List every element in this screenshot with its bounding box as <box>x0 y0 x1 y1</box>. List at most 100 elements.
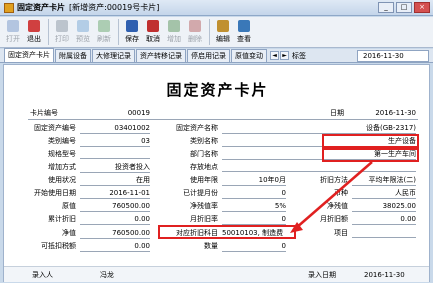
original-value[interactable]: 760500.00 <box>80 202 150 212</box>
refresh-button[interactable]: 刷新 <box>94 17 114 47</box>
location-label: 存放地点 <box>190 163 218 171</box>
window-subtitle: [新增资产:00019号卡片] <box>69 3 160 12</box>
months-value[interactable]: 0 <box>222 189 286 199</box>
add-method-value[interactable]: 投资者投入 <box>80 163 150 173</box>
net-value[interactable]: 760500.00 <box>80 229 150 239</box>
signature-label: 标签 <box>292 51 306 60</box>
asset-no-label: 固定资产编号 <box>34 124 76 132</box>
category-no-value[interactable]: 03 <box>80 137 150 147</box>
monthly-rate-label: 月折旧率 <box>190 215 218 223</box>
entry-date-value: 2016-11-30 <box>364 271 405 279</box>
save-label: 保存 <box>125 35 139 43</box>
toolbar-separator <box>209 19 210 45</box>
monthly-amount-value[interactable]: 0.00 <box>352 215 416 225</box>
app-icon <box>4 2 14 13</box>
toolbar-separator <box>118 19 119 45</box>
view-label: 查看 <box>237 35 251 43</box>
card-no-label: 卡片编号 <box>30 109 58 117</box>
salvage-label: 净残值 <box>327 202 348 210</box>
deductible-tax-value[interactable]: 0.00 <box>80 242 150 252</box>
close-button[interactable]: × <box>414 2 430 13</box>
tab-asset-card[interactable]: 固定资产卡片 <box>4 48 54 62</box>
open-button[interactable]: 打开 <box>3 17 23 47</box>
quantity-value[interactable]: 0 <box>222 242 286 252</box>
print-button[interactable]: 打印 <box>52 17 72 47</box>
card-no-value[interactable]: 00019 <box>92 109 150 118</box>
category-name-label: 类别名称 <box>190 137 218 145</box>
save-icon <box>126 20 138 32</box>
depr-method-value[interactable]: 平均年限法(二) <box>352 176 416 186</box>
tab-next-button[interactable]: ► <box>280 51 289 60</box>
view-button[interactable]: 查看 <box>234 17 254 47</box>
date-value[interactable]: 2016-11-30 <box>360 109 416 118</box>
tab-transfer-record[interactable]: 资产转移记录 <box>136 49 186 62</box>
tab-overhaul-record[interactable]: 大修理记录 <box>92 49 135 62</box>
card-title: 固定资产卡片 <box>166 81 269 99</box>
monthly-amount-label: 月折旧额 <box>320 215 348 223</box>
view-icon <box>238 20 250 32</box>
salvage-rate-label: 净残值率 <box>190 202 218 210</box>
cancel-label: 取消 <box>146 35 160 43</box>
asset-name-value[interactable]: 设备(GB-2317) <box>222 124 416 134</box>
currency-label: 币种 <box>334 189 348 197</box>
months-label: 已计提月份 <box>183 189 218 197</box>
refresh-label: 刷新 <box>97 35 111 43</box>
add-button[interactable]: 增加 <box>164 17 184 47</box>
edit-button[interactable]: 编辑 <box>213 17 233 47</box>
exit-button[interactable]: 退出 <box>24 17 44 47</box>
tab-attached-equipment[interactable]: 附属设备 <box>55 49 91 62</box>
monthly-rate-value[interactable]: 0 <box>222 215 286 225</box>
highlight-depr-account <box>158 225 296 239</box>
save-button[interactable]: 保存 <box>122 17 142 47</box>
maximize-button[interactable]: □ <box>396 2 412 13</box>
add-label: 增加 <box>167 35 181 43</box>
preview-label: 预览 <box>76 35 90 43</box>
deductible-tax-label: 可抵扣税额 <box>41 242 76 250</box>
refresh-icon <box>98 20 110 32</box>
tab-value-change[interactable]: 原值变动 <box>231 49 267 62</box>
minimize-button[interactable]: _ <box>378 2 394 13</box>
asset-name-label: 固定资产名称 <box>176 124 218 132</box>
spec-label: 规格型号 <box>48 150 76 158</box>
toolbar: 打开 退出 打印 预览 刷新 保存 取消 增加 删除 编辑 查看 <box>0 17 433 48</box>
delete-label: 删除 <box>188 35 202 43</box>
status-value[interactable]: 在用 <box>80 176 150 186</box>
net-value-label: 净值 <box>62 229 76 237</box>
category-no-label: 类别编号 <box>48 137 76 145</box>
salvage-rate-value[interactable]: 5% <box>222 202 286 212</box>
top-date-field[interactable]: 2016-11-30 <box>357 50 429 62</box>
start-date-value[interactable]: 2016-11-01 <box>80 189 150 199</box>
folder-icon <box>7 20 19 32</box>
project-label: 项目 <box>334 229 348 237</box>
delete-icon <box>189 20 201 32</box>
life-value[interactable]: 10年0月 <box>222 176 286 186</box>
spec-value[interactable] <box>80 150 150 159</box>
start-date-label: 开始使用日期 <box>34 189 76 197</box>
depr-method-label: 折旧方法 <box>320 176 348 184</box>
date-label: 日期 <box>330 109 344 117</box>
preview-icon <box>77 20 89 32</box>
asset-no-value[interactable]: 03401002 <box>80 124 150 134</box>
tab-start-stop-record[interactable]: 停启用记录 <box>187 49 230 62</box>
open-label: 打开 <box>6 35 20 43</box>
highlight-category-name <box>322 134 419 148</box>
dept-label: 部门名称 <box>190 150 218 158</box>
edit-label: 编辑 <box>216 35 230 43</box>
tab-prev-button[interactable]: ◄ <box>270 51 279 60</box>
window-title: 固定资产卡片 <box>17 3 65 12</box>
add-method-label: 增加方式 <box>48 163 76 171</box>
delete-button[interactable]: 删除 <box>185 17 205 47</box>
toolbar-separator <box>48 19 49 45</box>
printer-icon <box>56 20 68 32</box>
salvage-value[interactable]: 38025.00 <box>352 202 416 212</box>
print-label: 打印 <box>55 35 69 43</box>
exit-icon <box>28 20 40 32</box>
location-value[interactable] <box>222 163 416 172</box>
project-value[interactable] <box>352 229 416 238</box>
title-bar: 固定资产卡片 [新增资产:00019号卡片] _ □ × <box>0 0 433 16</box>
currency-value[interactable]: 人民币 <box>352 189 416 199</box>
cancel-button[interactable]: 取消 <box>143 17 163 47</box>
accum-depr-value[interactable]: 0.00 <box>80 215 150 225</box>
preview-button[interactable]: 预览 <box>73 17 93 47</box>
add-icon <box>168 20 180 32</box>
